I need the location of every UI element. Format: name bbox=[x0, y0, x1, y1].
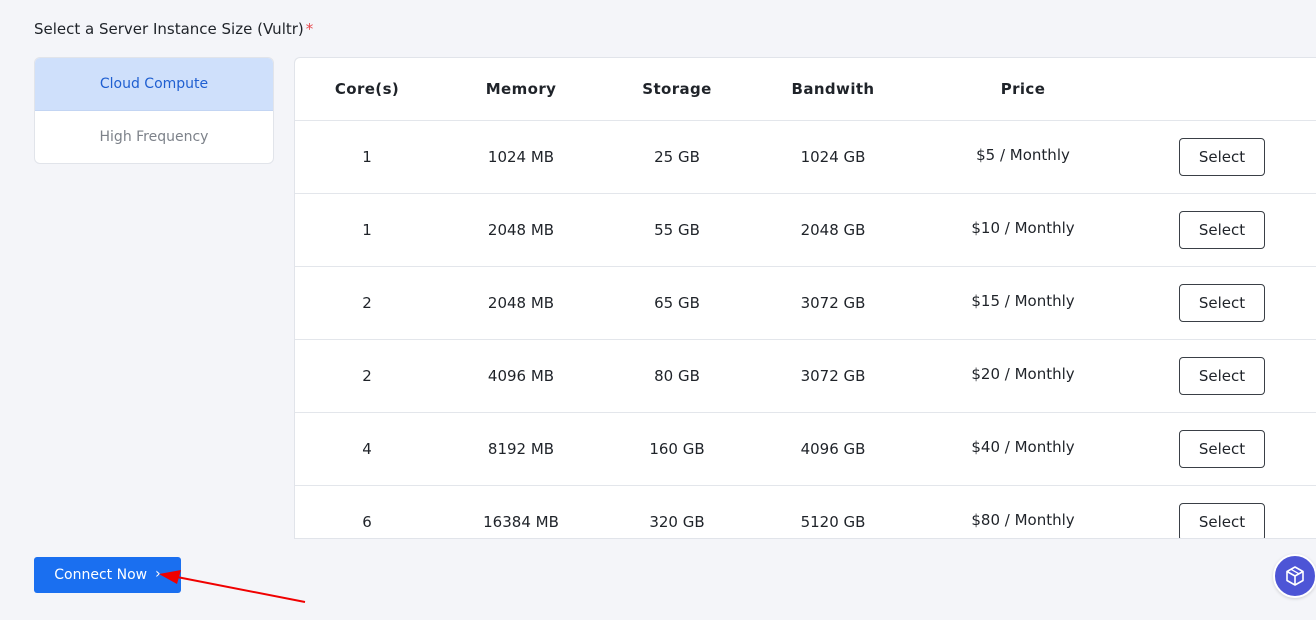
cell-action: Select bbox=[1151, 194, 1293, 266]
section-label-text: Select a Server Instance Size (Vultr) bbox=[34, 20, 304, 38]
help-widget[interactable] bbox=[1273, 554, 1316, 598]
table-row: 1 1024 MB 25 GB 1024 GB $5 / Monthly Sel… bbox=[295, 121, 1316, 194]
tab-cloud-compute[interactable]: Cloud Compute bbox=[35, 58, 273, 111]
header-cores: Core(s) bbox=[334, 80, 400, 98]
price-text: $10 / Monthly bbox=[971, 219, 1075, 237]
cell-cores: 6 bbox=[362, 513, 372, 531]
box-icon bbox=[1286, 566, 1304, 586]
connect-now-label: Connect Now bbox=[54, 567, 148, 583]
select-button[interactable]: Select bbox=[1179, 138, 1265, 176]
required-mark: * bbox=[305, 20, 314, 38]
cell-memory: 16384 MB bbox=[483, 513, 559, 531]
price-text: $80 / Monthly bbox=[971, 511, 1075, 529]
table-row: 1 2048 MB 55 GB 2048 GB $10 / Monthly Se… bbox=[295, 194, 1316, 267]
select-button[interactable]: Select bbox=[1179, 357, 1265, 395]
select-button[interactable]: Select bbox=[1179, 430, 1265, 468]
cell-price: $5 / Monthly bbox=[915, 121, 1131, 193]
section-label: Select a Server Instance Size (Vultr) * bbox=[34, 20, 313, 38]
select-button[interactable]: Select bbox=[1179, 211, 1265, 249]
cell-memory: 1024 MB bbox=[487, 148, 555, 166]
cell-memory: 8192 MB bbox=[487, 440, 555, 458]
table-row: 2 2048 MB 65 GB 3072 GB $15 / Monthly Se… bbox=[295, 267, 1316, 340]
cell-storage: 80 GB bbox=[654, 367, 700, 385]
price-text: $15 / Monthly bbox=[971, 292, 1075, 310]
cell-price: $20 / Monthly bbox=[915, 340, 1131, 412]
header-bandwidth: Bandwith bbox=[791, 80, 875, 98]
table-row: 4 8192 MB 160 GB 4096 GB $40 / Monthly S… bbox=[295, 413, 1316, 486]
cell-cores: 1 bbox=[362, 221, 372, 239]
table-row: 6 16384 MB 320 GB 5120 GB $80 / Monthly … bbox=[295, 486, 1316, 538]
cell-action: Select bbox=[1151, 267, 1293, 339]
instance-size-table: Core(s) Memory Storage Bandwith Price 1 … bbox=[294, 57, 1316, 539]
cell-price: $15 / Monthly bbox=[915, 267, 1131, 339]
instance-type-tabs: Cloud Compute High Frequency bbox=[34, 57, 274, 164]
cell-storage: 160 GB bbox=[649, 440, 705, 458]
cell-storage: 55 GB bbox=[654, 221, 700, 239]
cell-storage: 65 GB bbox=[654, 294, 700, 312]
tab-cloud-compute-label: Cloud Compute bbox=[99, 76, 209, 92]
price-text: $20 / Monthly bbox=[971, 365, 1075, 383]
tab-high-frequency[interactable]: High Frequency bbox=[35, 111, 273, 163]
cell-action: Select bbox=[1151, 121, 1293, 193]
select-button[interactable]: Select bbox=[1179, 284, 1265, 322]
header-price: Price bbox=[1000, 80, 1046, 98]
tab-high-frequency-label: High Frequency bbox=[99, 129, 209, 145]
cell-cores: 4 bbox=[362, 440, 372, 458]
cell-price: $80 / Monthly bbox=[915, 486, 1131, 538]
cell-bandwidth: 5120 GB bbox=[800, 513, 866, 531]
select-button[interactable]: Select bbox=[1179, 503, 1265, 538]
cell-cores: 2 bbox=[362, 367, 372, 385]
cell-storage: 320 GB bbox=[649, 513, 705, 531]
cell-bandwidth: 3072 GB bbox=[800, 367, 866, 385]
cell-action: Select bbox=[1151, 486, 1293, 538]
annotation-arrow-shaft bbox=[176, 576, 306, 603]
cell-bandwidth: 3072 GB bbox=[800, 294, 866, 312]
cell-cores: 2 bbox=[362, 294, 372, 312]
annotation-arrow-head bbox=[159, 570, 181, 584]
price-text: $40 / Monthly bbox=[971, 438, 1075, 456]
cell-action: Select bbox=[1151, 413, 1293, 485]
cell-memory: 2048 MB bbox=[487, 294, 555, 312]
cell-bandwidth: 2048 GB bbox=[800, 221, 866, 239]
cell-bandwidth: 1024 GB bbox=[800, 148, 866, 166]
annotation-arrow bbox=[159, 570, 306, 603]
cell-price: $40 / Monthly bbox=[915, 413, 1131, 485]
cell-cores: 1 bbox=[362, 148, 372, 166]
table-row: 2 4096 MB 80 GB 3072 GB $20 / Monthly Se… bbox=[295, 340, 1316, 413]
header-storage: Storage bbox=[642, 80, 712, 98]
cell-price: $10 / Monthly bbox=[915, 194, 1131, 266]
cell-action: Select bbox=[1151, 340, 1293, 412]
cell-bandwidth: 4096 GB bbox=[800, 440, 866, 458]
cell-storage: 25 GB bbox=[654, 148, 700, 166]
cell-memory: 4096 MB bbox=[487, 367, 555, 385]
header-memory: Memory bbox=[485, 80, 557, 98]
cell-memory: 2048 MB bbox=[487, 221, 555, 239]
price-text: $5 / Monthly bbox=[976, 146, 1070, 164]
table-header-row: Core(s) Memory Storage Bandwith Price bbox=[295, 58, 1316, 121]
